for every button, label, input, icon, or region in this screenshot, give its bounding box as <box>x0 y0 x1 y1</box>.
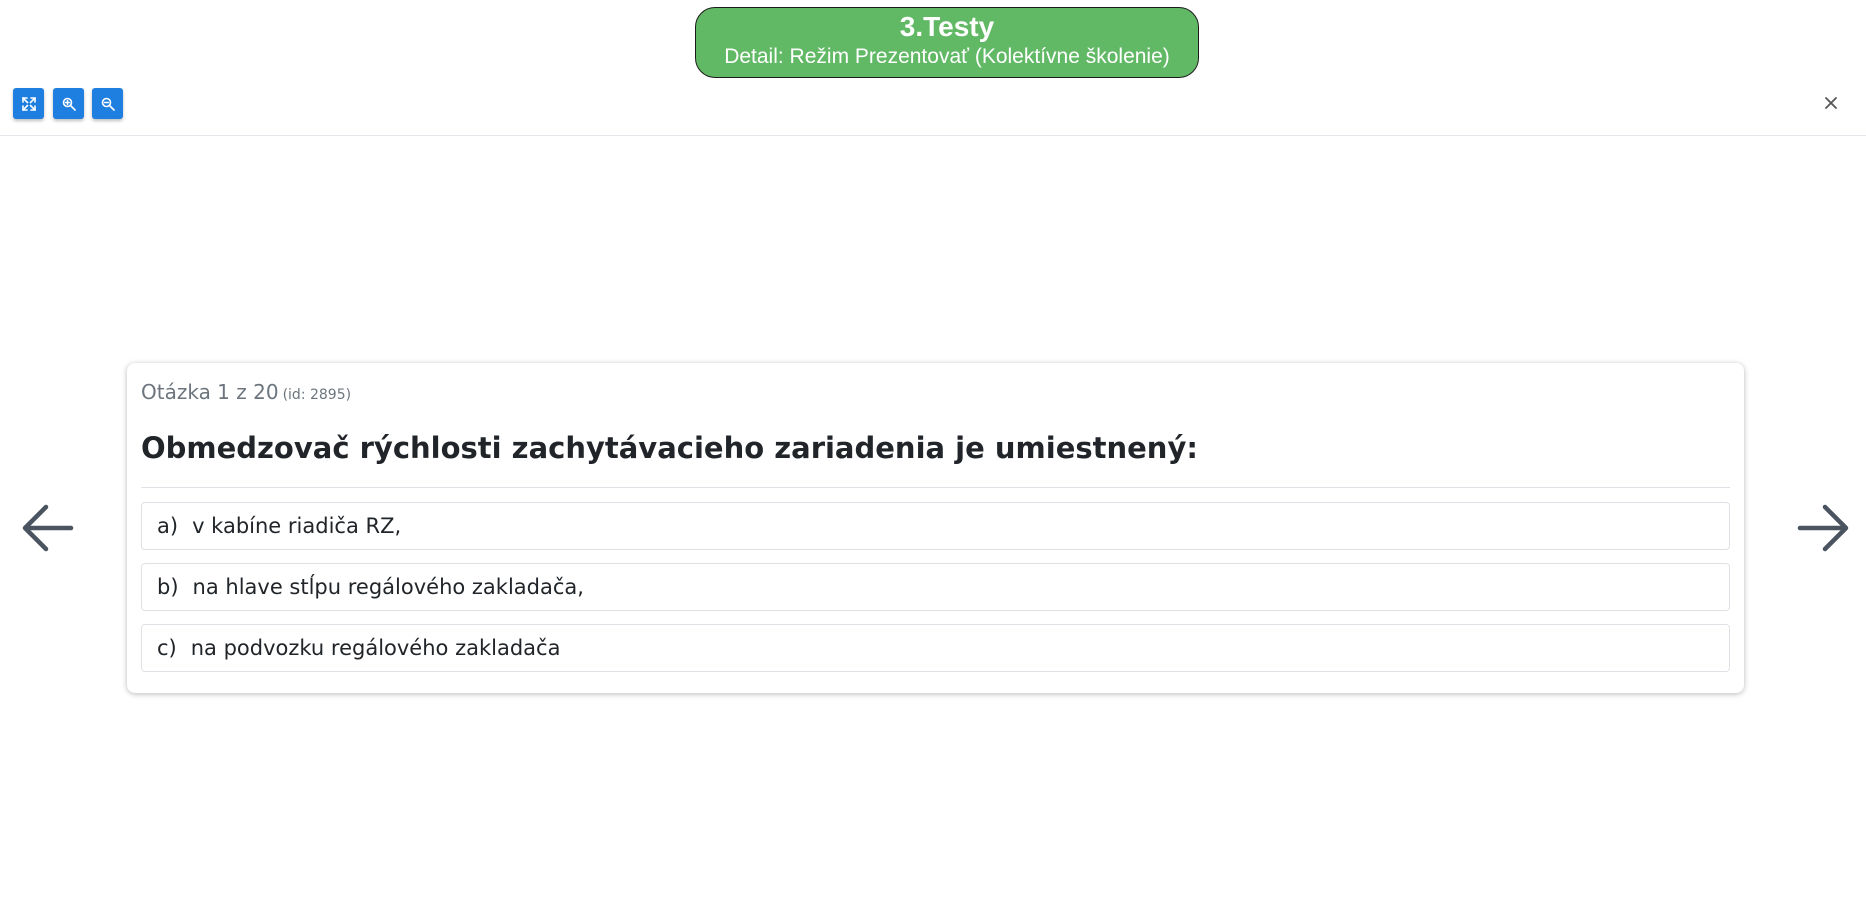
question-card: Otázka 1 z 20 (id: 2895) Obmedzovač rýchl… <box>127 363 1744 693</box>
page-subtitle: Detail: Režim Prezentovať (Kolektívne šk… <box>724 45 1170 68</box>
arrow-right-icon <box>1797 504 1849 552</box>
zoom-out-button[interactable] <box>92 88 123 119</box>
next-question-button[interactable] <box>1795 500 1851 556</box>
answer-option-c[interactable]: c) na podvozku regálového zakladača <box>141 624 1730 672</box>
arrow-left-icon <box>22 504 74 552</box>
previous-question-button[interactable] <box>20 500 76 556</box>
fullscreen-button[interactable] <box>13 88 44 119</box>
fullscreen-icon <box>21 96 36 111</box>
zoom-in-button[interactable] <box>53 88 84 119</box>
answer-letter: a) <box>157 514 179 538</box>
question-meta: Otázka 1 z 20 (id: 2895) <box>141 377 1730 407</box>
question-id: (id: 2895) <box>282 387 352 403</box>
answer-list: a) v kabíne riadiča RZ, b) na hlave stĺp… <box>141 502 1730 672</box>
presentation-page: 3.Testy Detail: Režim Prezentovať (Kolek… <box>0 0 1866 908</box>
divider <box>141 487 1730 488</box>
question-text: Obmedzovač rýchlosti zachytávacieho zari… <box>141 431 1198 465</box>
question-counter: Otázka 1 z 20 <box>141 380 279 404</box>
answer-letter: b) <box>157 575 179 599</box>
answer-text: na podvozku regálového zakladača <box>190 636 561 660</box>
answer-text: na hlave stĺpu regálového zakladača, <box>192 575 584 599</box>
zoom-in-icon <box>62 97 76 111</box>
answer-option-b[interactable]: b) na hlave stĺpu regálového zakladača, <box>141 563 1730 611</box>
close-button[interactable] <box>1818 90 1844 116</box>
close-icon <box>1825 97 1837 109</box>
page-title: 3.Testy <box>899 11 995 42</box>
answer-text: v kabíne riadiča RZ, <box>192 514 402 538</box>
answer-option-a[interactable]: a) v kabíne riadiča RZ, <box>141 502 1730 550</box>
answer-letter: c) <box>157 636 177 660</box>
zoom-out-icon <box>101 97 115 111</box>
title-banner: 3.Testy Detail: Režim Prezentovať (Kolek… <box>695 7 1199 78</box>
